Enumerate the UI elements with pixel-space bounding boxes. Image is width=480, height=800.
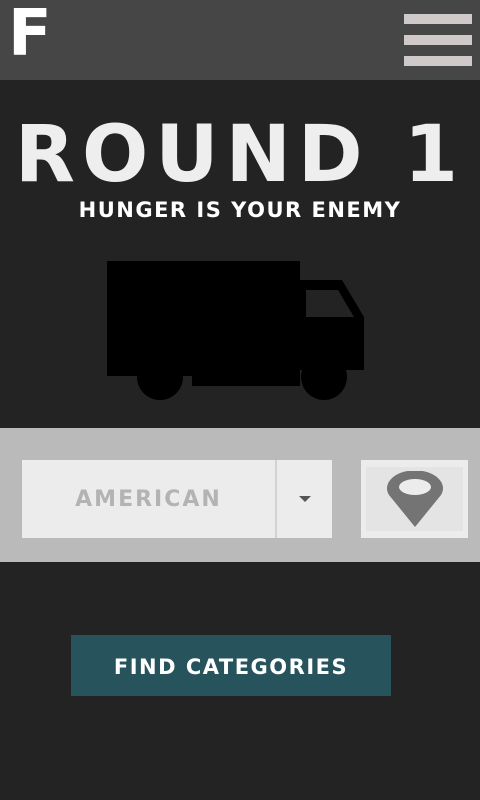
filter-panel: AMERICAN	[0, 428, 480, 562]
find-categories-button[interactable]: FIND CATEGORIES	[71, 635, 391, 696]
cuisine-select[interactable]: AMERICAN	[22, 460, 332, 538]
round-subtitle: HUNGER IS YOUR ENEMY	[78, 198, 402, 222]
top-bar: F	[0, 0, 480, 80]
hamburger-menu-icon[interactable]	[404, 14, 472, 66]
chevron-down-icon[interactable]	[277, 460, 332, 538]
truck-icon	[107, 261, 364, 400]
cuisine-select-value: AMERICAN	[75, 487, 222, 512]
app-logo[interactable]: F	[8, 0, 52, 74]
location-button[interactable]	[361, 460, 468, 538]
round-title: ROUND 1	[14, 110, 466, 200]
location-pin-icon	[387, 471, 443, 527]
